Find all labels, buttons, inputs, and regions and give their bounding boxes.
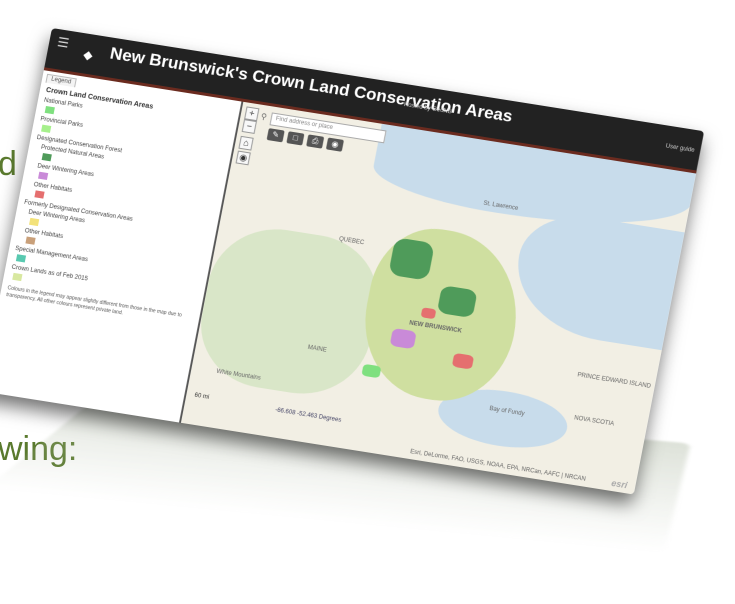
conservation-patch: [361, 363, 382, 379]
legend-tab[interactable]: Legend: [45, 73, 77, 88]
basemap-tool-button[interactable]: ◉: [325, 137, 344, 152]
legend-swatch: [34, 190, 45, 199]
coordinate-readout: -66.608 -52.463 Degrees: [274, 407, 342, 424]
map-label-nova-scotia: NOVA SCOTIA: [573, 415, 615, 428]
new-brunswick-land: [350, 220, 532, 411]
menu-icon[interactable]: ☰: [56, 34, 76, 52]
legend-swatch: [41, 153, 52, 162]
legend-swatch: [12, 272, 23, 282]
gulf-water: [505, 207, 687, 351]
print-tool-button[interactable]: ⎙: [306, 134, 325, 149]
slide-text-fragment-top: d: [0, 145, 17, 183]
conservation-patch: [420, 307, 437, 320]
map-label-pei: PRINCE EDWARD ISLAND: [576, 372, 652, 390]
conservation-patch: [436, 285, 478, 319]
conservation-patch: [389, 327, 417, 350]
legend-body: Crown Land Conservation Areas National P…: [5, 87, 232, 328]
measure-tool-button[interactable]: ✎: [266, 128, 285, 143]
draw-tool-button[interactable]: □: [286, 131, 305, 146]
forest-area: [190, 219, 389, 404]
legend-swatch: [44, 105, 55, 115]
scale-bar: 60 mi: [193, 392, 210, 401]
legend-swatch: [15, 254, 27, 263]
legend-swatch: [25, 236, 36, 245]
legend-swatch: [41, 124, 52, 133]
esri-logo: esri: [610, 477, 629, 491]
layers-icon[interactable]: ◆: [82, 47, 101, 65]
legend-swatch: [29, 217, 40, 227]
zoom-out-button[interactable]: −: [241, 119, 257, 134]
locate-icon[interactable]: ◉: [235, 150, 251, 166]
search-icon: ⚲: [260, 111, 268, 122]
home-icon[interactable]: ⌂: [238, 135, 254, 151]
user-guide-link[interactable]: User guide: [665, 143, 695, 153]
legend-swatch: [38, 171, 49, 180]
